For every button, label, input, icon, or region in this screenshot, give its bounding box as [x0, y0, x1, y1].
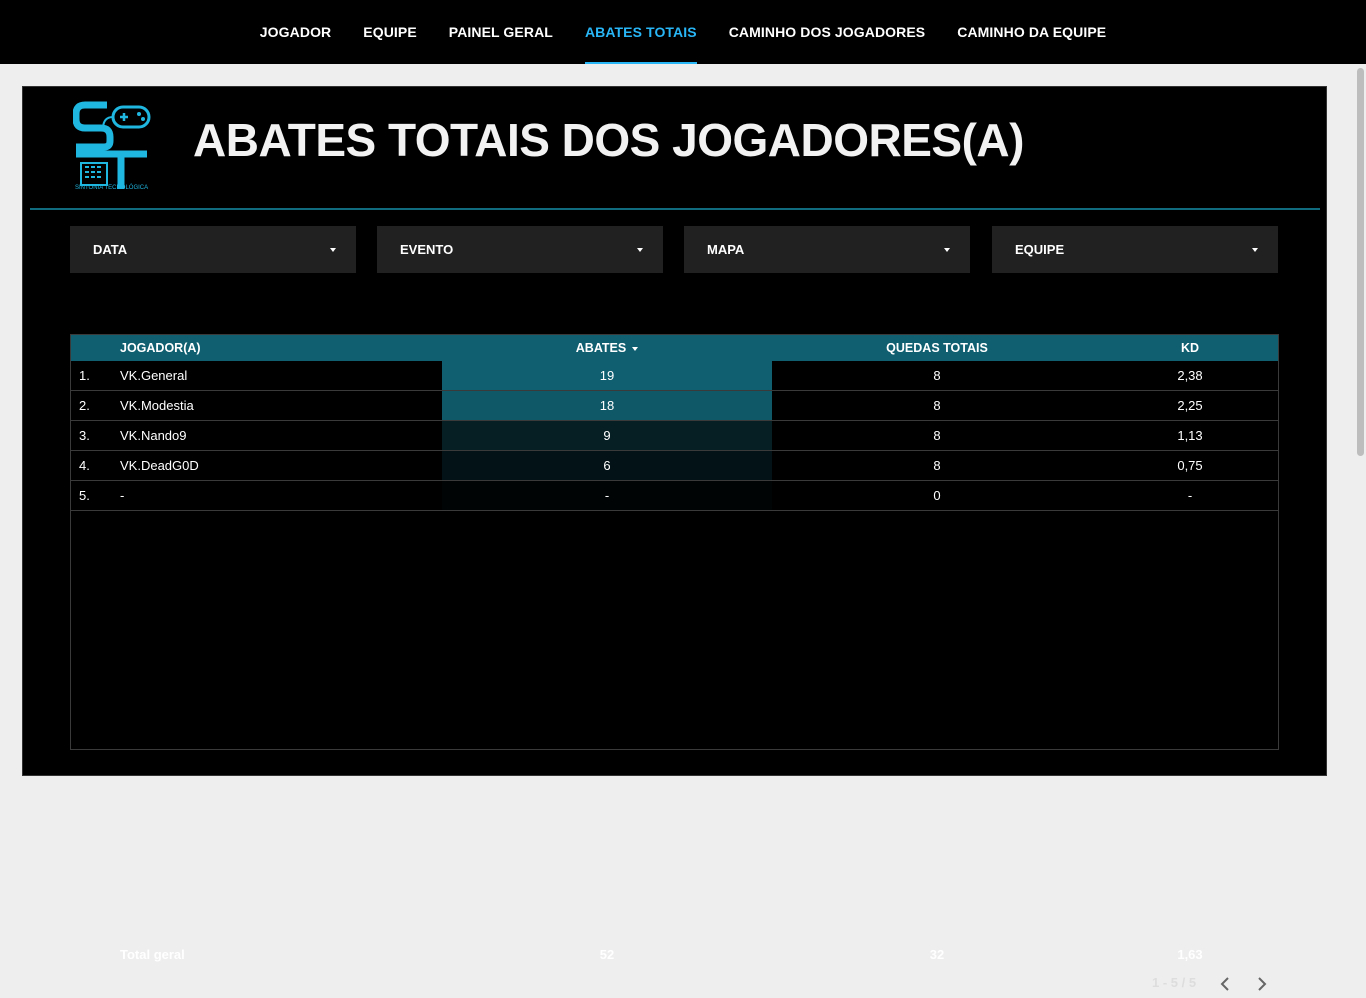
- row-deaths: 0: [933, 488, 941, 503]
- sort-descending-icon: [632, 346, 639, 351]
- page-scrollbar[interactable]: [1355, 64, 1366, 768]
- column-header-player[interactable]: JOGADOR(A): [120, 335, 201, 361]
- tab-abates-totais[interactable]: ABATES TOTAIS: [569, 0, 713, 64]
- top-navigation: JOGADOR EQUIPE PAINEL GERAL ABATES TOTAI…: [0, 0, 1366, 64]
- row-player: VK.Modestia: [120, 398, 194, 413]
- row-kd: 2,25: [1177, 398, 1203, 413]
- row-deaths: 8: [933, 428, 941, 443]
- table-row[interactable]: 3. VK.Nando9 9 8 1,13: [71, 421, 1278, 451]
- column-header-deaths[interactable]: QUEDAS TOTAIS: [772, 335, 1102, 361]
- chevron-left-icon: [1220, 977, 1229, 991]
- filter-label: DATA: [93, 242, 128, 257]
- table-row[interactable]: 1. VK.General 19 8 2,38: [71, 361, 1278, 391]
- table-row[interactable]: 4. VK.DeadG0D 6 8 0,75: [71, 451, 1278, 481]
- row-player: VK.Nando9: [120, 428, 187, 443]
- tab-equipe[interactable]: EQUIPE: [347, 0, 433, 64]
- report-canvas: SINTONIA TECNOLÓGICA ABATES TOTAIS DOS J…: [22, 86, 1327, 991]
- kills-table: JOGADOR(A) ABATES QUEDAS TOTAIS KD 1. VK…: [70, 334, 1279, 991]
- row-player: VK.DeadG0D: [120, 458, 199, 473]
- row-kd: 2,38: [1177, 368, 1203, 383]
- next-page-button[interactable]: [1255, 975, 1269, 993]
- total-kd: 1,63: [1177, 947, 1203, 962]
- tab-caminho-da-equipe[interactable]: CAMINHO DA EQUIPE: [941, 0, 1122, 64]
- row-kd: -: [1187, 488, 1193, 503]
- table-header: JOGADOR(A) ABATES QUEDAS TOTAIS KD: [71, 335, 1278, 361]
- row-kd: 1,13: [1177, 428, 1203, 443]
- chevron-right-icon: [1258, 977, 1267, 991]
- st-gamepad-logo: SINTONIA TECNOLÓGICA: [72, 99, 153, 195]
- filter-label: MAPA: [707, 242, 745, 257]
- row-kd: 0,75: [1177, 458, 1203, 473]
- filter-data[interactable]: DATA: [70, 226, 356, 273]
- column-header-kills[interactable]: ABATES: [442, 335, 772, 361]
- column-header-kd[interactable]: KD: [1102, 335, 1278, 361]
- dropdown-caret-icon: [330, 247, 336, 252]
- filter-mapa[interactable]: MAPA: [684, 226, 970, 273]
- row-deaths: 8: [933, 398, 941, 413]
- previous-page-button[interactable]: [1218, 975, 1232, 993]
- page-title: ABATES TOTAIS DOS JOGADORES(A): [193, 114, 1024, 166]
- dropdown-caret-icon: [944, 247, 950, 252]
- header-divider: [30, 208, 1320, 210]
- row-player: VK.General: [120, 368, 188, 383]
- row-deaths: 8: [933, 458, 941, 473]
- row-rank: 1.: [79, 368, 90, 383]
- pagination-status: 1 - 5 / 5: [1152, 975, 1197, 990]
- tab-jogador[interactable]: JOGADOR: [244, 0, 348, 64]
- row-kills: 18: [599, 398, 615, 413]
- total-label: Total geral: [120, 947, 185, 962]
- dropdown-caret-icon: [637, 247, 643, 252]
- row-rank: 4.: [79, 458, 90, 473]
- row-deaths: 8: [933, 368, 941, 383]
- column-header-kills-label: ABATES: [575, 341, 627, 355]
- logo-caption: SINTONIA TECNOLÓGICA: [75, 185, 149, 191]
- row-kills: -: [604, 488, 610, 503]
- filter-label: EQUIPE: [1015, 242, 1065, 257]
- dropdown-caret-icon: [1252, 247, 1258, 252]
- total-kills: 52: [599, 947, 615, 962]
- row-kills: 9: [603, 428, 611, 443]
- tab-painel-geral[interactable]: PAINEL GERAL: [433, 0, 569, 64]
- row-player: -: [120, 488, 125, 503]
- filter-equipe[interactable]: EQUIPE: [992, 226, 1278, 273]
- row-rank: 2.: [79, 398, 90, 413]
- tab-caminho-dos-jogadores[interactable]: CAMINHO DOS JOGADORES: [713, 0, 942, 64]
- row-rank: 3.: [79, 428, 90, 443]
- total-deaths: 32: [929, 947, 945, 962]
- row-kills: 19: [599, 368, 615, 383]
- filter-evento[interactable]: EVENTO: [377, 226, 663, 273]
- row-kills: 6: [603, 458, 611, 473]
- table-row[interactable]: 5. - - 0 -: [71, 481, 1278, 511]
- row-rank: 5.: [79, 488, 90, 503]
- scrollbar-thumb[interactable]: [1357, 68, 1364, 456]
- table-row[interactable]: 2. VK.Modestia 18 8 2,25: [71, 391, 1278, 421]
- filter-label: EVENTO: [400, 242, 454, 257]
